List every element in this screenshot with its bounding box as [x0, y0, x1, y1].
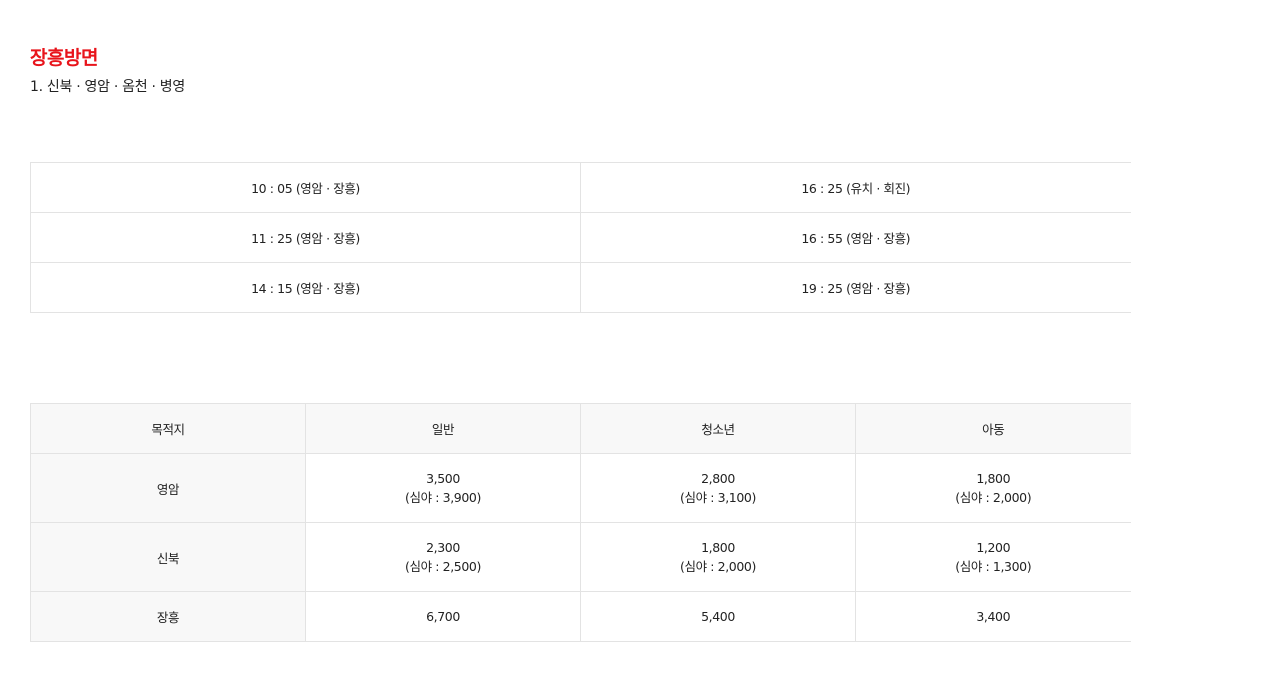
table-row: 14 : 15 (영암 · 장흥) 19 : 25 (영암 · 장흥) [30, 262, 1131, 313]
schedule-time: 19 : 25 (영암 · 장흥) [580, 262, 1131, 313]
table-row: 영암 3,500 (심야 : 3,900) 2,800 (심야 : 3,100)… [30, 453, 1131, 523]
fare-general: 2,300 (심야 : 2,500) [305, 522, 581, 592]
schedule-time: 14 : 15 (영암 · 장흥) [30, 262, 581, 313]
fare-night: (심야 : 3,900) [405, 490, 481, 505]
fare-general: 6,700 [305, 591, 581, 642]
table-row: 10 : 05 (영암 · 장흥) 16 : 25 (유치 · 회진) [30, 162, 1131, 213]
page-title: 장흥방면 [30, 46, 98, 69]
fare-header-row: 목적지 일반 청소년 아동 [30, 403, 1131, 454]
fare-night: (심야 : 2,000) [955, 490, 1032, 505]
schedule-time: 16 : 55 (영암 · 장흥) [580, 212, 1131, 263]
fare-value: 1,200 [976, 540, 1011, 555]
table-row: 11 : 25 (영암 · 장흥) 16 : 55 (영암 · 장흥) [30, 212, 1131, 263]
fare-child: 3,400 [855, 591, 1131, 642]
fare-value: 1,800 [701, 540, 735, 555]
fare-value: 2,800 [701, 471, 735, 486]
fare-value: 3,500 [426, 471, 460, 486]
destination-cell: 장흥 [30, 591, 306, 642]
schedule-table: 10 : 05 (영암 · 장흥) 16 : 25 (유치 · 회진) 11 :… [30, 162, 1131, 313]
fare-youth: 5,400 [580, 591, 856, 642]
destination-cell: 신북 [30, 522, 306, 592]
header-destination: 목적지 [30, 403, 306, 454]
schedule-time: 16 : 25 (유치 · 회진) [580, 162, 1131, 213]
route-subtitle: 1. 신북 · 영암 · 옴천 · 병영 [30, 79, 185, 95]
fare-child: 1,800 (심야 : 2,000) [855, 453, 1131, 523]
fare-child: 1,200 (심야 : 1,300) [855, 522, 1131, 592]
fare-night: (심야 : 2,000) [680, 559, 756, 574]
schedule-time: 10 : 05 (영암 · 장흥) [30, 162, 581, 213]
fare-youth: 1,800 (심야 : 2,000) [580, 522, 856, 592]
destination-cell: 영암 [30, 453, 306, 523]
fare-value: 1,800 [976, 471, 1011, 486]
fare-night: (심야 : 1,300) [955, 559, 1032, 574]
schedule-time: 11 : 25 (영암 · 장흥) [30, 212, 581, 263]
table-row: 신북 2,300 (심야 : 2,500) 1,800 (심야 : 2,000)… [30, 522, 1131, 592]
table-row: 장흥 6,700 5,400 3,400 [30, 591, 1131, 642]
header-youth: 청소년 [580, 403, 856, 454]
header-general: 일반 [305, 403, 581, 454]
fare-night: (심야 : 2,500) [405, 559, 481, 574]
fare-table: 목적지 일반 청소년 아동 영암 3,500 (심야 : 3,900) 2,80… [30, 403, 1131, 642]
header-child: 아동 [855, 403, 1131, 454]
fare-value: 2,300 [426, 540, 460, 555]
fare-night: (심야 : 3,100) [680, 490, 756, 505]
fare-general: 3,500 (심야 : 3,900) [305, 453, 581, 523]
fare-youth: 2,800 (심야 : 3,100) [580, 453, 856, 523]
